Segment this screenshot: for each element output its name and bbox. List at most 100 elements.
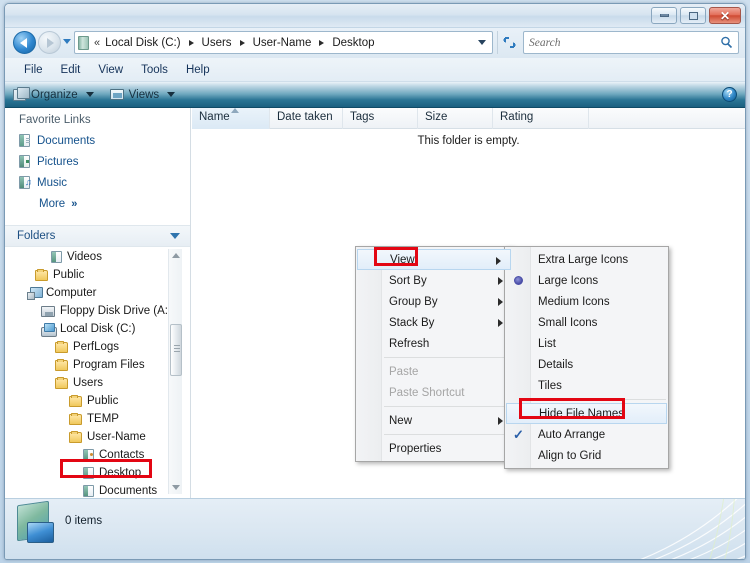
view-option-medium-icons[interactable]: Medium Icons: [505, 291, 668, 312]
menu-help[interactable]: Help: [177, 62, 219, 78]
more-links-button[interactable]: More »: [5, 193, 190, 214]
view-option-auto-arrange[interactable]: ✓ Auto Arrange: [505, 424, 668, 445]
column-label: Name: [199, 111, 230, 123]
tree-label: TEMP: [87, 413, 119, 425]
submenu-arrow-icon: [498, 277, 503, 285]
tree-item-floppy-disk-drive[interactable]: Floppy Disk Drive (A:): [5, 302, 190, 320]
column-header-tags[interactable]: Tags: [343, 108, 418, 129]
menu-item-label: Stack By: [389, 316, 435, 329]
tree-item-desktop[interactable]: Desktop: [5, 464, 190, 482]
view-option-hide-file-names[interactable]: Hide File Names: [506, 403, 667, 424]
tree-label: Floppy Disk Drive (A:): [60, 305, 172, 317]
menu-item-label: Auto Arrange: [538, 428, 606, 441]
tree-item-users[interactable]: Users: [5, 374, 190, 392]
breadcrumb-arrow-icon[interactable]: [188, 39, 194, 46]
breadcrumb-desktop[interactable]: Desktop: [330, 36, 376, 50]
context-menu-item-refresh[interactable]: Refresh: [356, 333, 512, 354]
documents-icon: [19, 134, 30, 147]
menu-file[interactable]: File: [15, 62, 52, 78]
address-bar[interactable]: « Local Disk (C:) Users User-Name Deskto…: [74, 31, 493, 54]
tree-item-public[interactable]: Public: [5, 266, 190, 284]
contacts-icon: [83, 449, 94, 461]
menu-item-label: View: [390, 253, 415, 266]
tree-item-user-name[interactable]: User-Name: [5, 428, 190, 446]
submenu-arrow-icon: [496, 257, 501, 265]
favorite-link-documents[interactable]: Documents: [5, 130, 190, 151]
breadcrumb-arrow-icon[interactable]: [319, 39, 325, 46]
column-header-rating[interactable]: Rating: [493, 108, 589, 129]
column-header-size[interactable]: Size: [418, 108, 493, 129]
drive-icon: [78, 35, 89, 50]
menu-item-label: Properties: [389, 442, 442, 455]
help-button[interactable]: ?: [722, 87, 737, 102]
column-header-name[interactable]: Name: [192, 108, 270, 129]
folders-header[interactable]: Folders: [5, 225, 190, 247]
menu-item-label: Hide File Names: [539, 407, 624, 420]
overflow-chevrons-icon[interactable]: «: [94, 37, 100, 49]
views-button[interactable]: Views: [109, 89, 176, 101]
minimize-button[interactable]: [651, 7, 677, 24]
tree-item-contacts[interactable]: Contacts: [5, 446, 190, 464]
tree-item-documents[interactable]: Documents: [5, 482, 190, 498]
menu-view[interactable]: View: [89, 62, 132, 78]
context-menu-item-stack-by[interactable]: Stack By: [356, 312, 512, 333]
context-menu-item-group-by[interactable]: Group By: [356, 291, 512, 312]
view-option-large-icons[interactable]: Large Icons: [505, 270, 668, 291]
breadcrumb-user-name[interactable]: User-Name: [251, 36, 314, 50]
organize-button[interactable]: Organize: [13, 86, 94, 101]
search-input[interactable]: Search: [529, 37, 561, 49]
column-header-date-taken[interactable]: Date taken: [270, 108, 343, 129]
recent-pages-dropdown-icon[interactable]: [63, 39, 71, 44]
chevron-down-icon[interactable]: [170, 233, 180, 239]
monitor-shape: [27, 522, 54, 543]
tree-item-videos[interactable]: Videos: [5, 248, 190, 266]
context-menu-item-sort-by[interactable]: Sort By: [356, 270, 512, 291]
folder-icon: [55, 358, 68, 371]
favorite-link-pictures[interactable]: Pictures: [5, 151, 190, 172]
maximize-button[interactable]: [680, 7, 706, 24]
column-label: Tags: [350, 111, 375, 123]
favorite-links-header: Favorite Links: [19, 114, 91, 126]
refresh-button[interactable]: [497, 31, 521, 54]
context-menu-item-view[interactable]: View: [357, 249, 511, 270]
menu-tools[interactable]: Tools: [132, 62, 177, 78]
menu-item-label: List: [538, 337, 556, 350]
favorite-link-music[interactable]: Music: [5, 172, 190, 193]
tree-item-users-public[interactable]: Public: [5, 392, 190, 410]
view-option-list[interactable]: List: [505, 333, 668, 354]
column-headers: Name Date taken Tags Size Rating: [192, 108, 745, 129]
breadcrumb-arrow-icon[interactable]: [239, 39, 245, 46]
context-menu-item-new[interactable]: New: [356, 410, 512, 431]
desktop-icon: [83, 467, 94, 479]
tree-scrollbar[interactable]: [168, 249, 182, 494]
search-box[interactable]: Search: [523, 31, 739, 54]
tree-item-computer[interactable]: Computer: [5, 284, 190, 302]
empty-folder-message: This folder is empty.: [417, 135, 520, 147]
breadcrumb-local-disk[interactable]: Local Disk (C:): [103, 36, 182, 50]
tree-item-program-files[interactable]: Program Files: [5, 356, 190, 374]
scroll-down-arrow-icon[interactable]: [169, 481, 183, 494]
menu-separator: [384, 434, 510, 435]
breadcrumb-users[interactable]: Users: [200, 36, 234, 50]
views-icon: [109, 89, 124, 100]
view-option-extra-large-icons[interactable]: Extra Large Icons: [505, 249, 668, 270]
close-button[interactable]: ✕: [709, 7, 741, 24]
tree-label: PerfLogs: [73, 341, 120, 353]
tree-label: Computer: [46, 287, 97, 299]
scroll-up-arrow-icon[interactable]: [169, 249, 183, 262]
tree-item-perflogs[interactable]: PerfLogs: [5, 338, 190, 356]
address-dropdown-icon[interactable]: [478, 40, 486, 45]
tree-item-temp[interactable]: TEMP: [5, 410, 190, 428]
view-option-align-to-grid[interactable]: Align to Grid: [505, 445, 668, 466]
tree-item-local-disk[interactable]: Local Disk (C:): [5, 320, 190, 338]
forward-button[interactable]: [38, 31, 61, 54]
view-option-tiles[interactable]: Tiles: [505, 375, 668, 396]
scrollbar-thumb[interactable]: [170, 324, 182, 376]
context-menu-item-properties[interactable]: Properties: [356, 438, 512, 459]
back-button[interactable]: [13, 31, 36, 54]
view-option-small-icons[interactable]: Small Icons: [505, 312, 668, 333]
view-option-details[interactable]: Details: [505, 354, 668, 375]
folder-icon: [55, 340, 68, 353]
chevron-down-icon: [85, 92, 94, 97]
menu-edit[interactable]: Edit: [52, 62, 90, 78]
